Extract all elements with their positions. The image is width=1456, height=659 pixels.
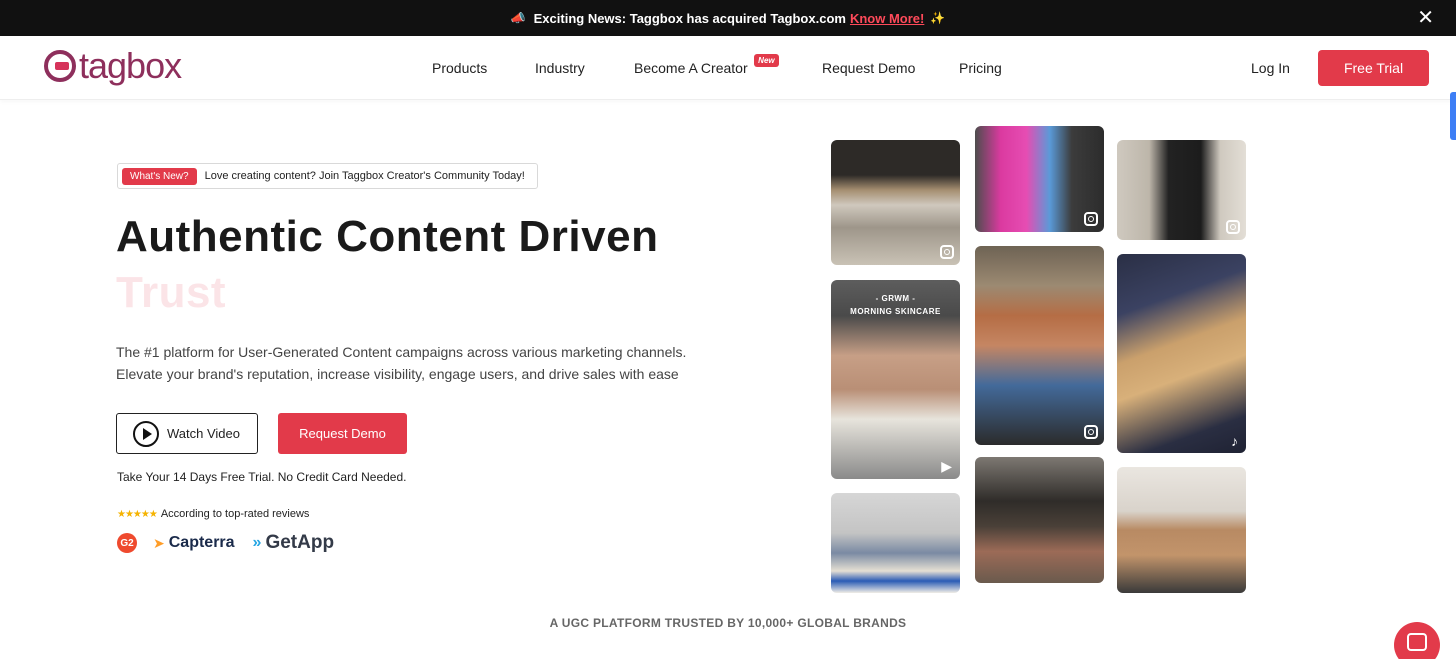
capterra-arrow-icon: ➤	[153, 534, 165, 551]
close-icon[interactable]: ✕	[1417, 8, 1434, 28]
overlay-text-bottom: MORNING SKINCARE	[850, 307, 941, 316]
free-trial-button[interactable]: Free Trial	[1318, 50, 1429, 86]
login-link[interactable]: Log In	[1251, 60, 1290, 76]
capterra-label: Capterra	[168, 534, 235, 551]
instagram-icon	[940, 245, 954, 259]
logo-text: tagbox	[79, 45, 182, 86]
ugc-tile-restaurant[interactable]	[975, 457, 1104, 583]
instagram-icon	[1226, 220, 1240, 234]
getapp-chevron-icon: »	[252, 534, 262, 551]
nav-item-label: Become A Creator	[634, 60, 748, 76]
nav-item-pricing[interactable]: Pricing	[959, 60, 1002, 76]
ugc-tile-fashion[interactable]	[1117, 140, 1246, 240]
shorts-icon: ▶	[941, 458, 952, 474]
hero-headline: Authentic Content Driven	[116, 212, 659, 261]
rating-stars-icon: ★★★★★	[117, 508, 158, 520]
sparkle-icon: ✨	[930, 11, 946, 25]
nav-item-request-demo[interactable]: Request Demo	[822, 60, 915, 76]
announcement-text: Exciting News: Taggbox has acquired Tagb…	[533, 10, 846, 26]
hero-headline-rotating-word: Trust	[116, 268, 227, 317]
ugc-tile-dog[interactable]: ♪	[1117, 254, 1246, 453]
reels-icon	[1084, 425, 1098, 439]
review-site-logos: G2 ➤ Capterra » GetApp	[117, 532, 334, 554]
reviews-summary: ★★★★★ According to top-rated reviews	[117, 508, 309, 520]
ugc-tile-skincare[interactable]: - GRWM - MORNING SKINCARE ▶	[831, 280, 960, 479]
megaphone-icon: 📣	[510, 11, 526, 25]
play-icon	[133, 420, 159, 447]
nav-item-products[interactable]: Products	[432, 60, 487, 76]
capterra-logo: ➤ Capterra	[153, 534, 235, 552]
reviews-text: According to top-rated reviews	[160, 508, 310, 520]
trial-note: Take Your 14 Days Free Trial. No Credit …	[117, 470, 407, 484]
tiktok-icon: ♪	[1231, 433, 1238, 449]
instagram-icon	[1084, 212, 1098, 226]
side-feedback-tab[interactable]	[1450, 92, 1456, 140]
nav-item-become-a-creator[interactable]: Become A Creator New	[634, 54, 779, 76]
hero-description: The #1 platform for User-Generated Conte…	[116, 344, 687, 382]
top-navigation: tagbox Products Industry Become A Creato…	[0, 36, 1456, 140]
getapp-logo: » GetApp	[253, 532, 335, 554]
new-badge: New	[754, 54, 779, 67]
logo-mark-icon	[44, 50, 76, 82]
overlay-text-top: - GRWM -	[875, 294, 916, 303]
nav-item-industry[interactable]: Industry	[535, 60, 585, 76]
getapp-label: GetApp	[265, 532, 335, 553]
watch-video-label: Watch Video	[167, 426, 240, 441]
request-demo-button[interactable]: Request Demo	[278, 413, 407, 454]
logo[interactable]: tagbox	[44, 45, 182, 86]
ugc-tile-pink-bag[interactable]	[975, 126, 1104, 232]
whats-new-banner[interactable]: What's New? Love creating content? Join …	[117, 163, 538, 189]
g2-logo-icon: G2	[117, 533, 137, 553]
know-more-link[interactable]: Know More!	[850, 11, 924, 26]
whats-new-text: Love creating content? Join Taggbox Crea…	[204, 170, 525, 182]
ugc-tile-sneaker[interactable]	[831, 493, 960, 593]
ugc-tile-drink-review[interactable]	[975, 246, 1104, 445]
ugc-tile-food[interactable]	[831, 140, 960, 265]
announcement-bar: 📣 Exciting News: Taggbox has acquired Ta…	[0, 0, 1456, 36]
whats-new-pill: What's New?	[122, 167, 197, 185]
ugc-tile-hair[interactable]	[1117, 467, 1246, 593]
trusted-brands-heading: A UGC PLATFORM TRUSTED BY 10,000+ GLOBAL…	[549, 616, 907, 630]
watch-video-button[interactable]: Watch Video	[116, 413, 258, 454]
